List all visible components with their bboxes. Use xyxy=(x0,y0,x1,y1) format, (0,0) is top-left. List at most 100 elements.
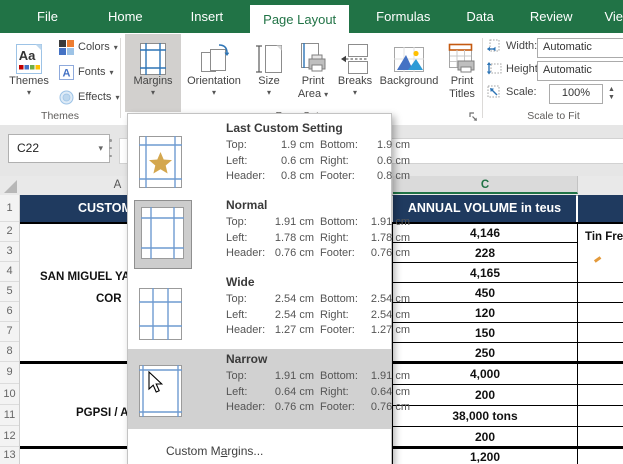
row-number[interactable]: 8 xyxy=(0,342,19,362)
effects-label: Effects xyxy=(78,91,111,103)
print-titles-label-2: Titles xyxy=(443,88,481,101)
scale-icon xyxy=(487,85,502,98)
cell-c13[interactable]: 1,200 xyxy=(393,450,577,464)
row-number[interactable]: 3 xyxy=(0,242,19,262)
effects-icon xyxy=(59,90,74,105)
menu-item-narrow[interactable]: Narrow Top:1.91 cmBottom:1.91 cm Left:0.… xyxy=(128,349,391,429)
cell-a4-line2: COR xyxy=(96,293,122,305)
cell-c7[interactable]: 150 xyxy=(393,326,577,340)
scale-height-row: Height: xyxy=(487,62,541,75)
size-button[interactable]: Size ▾ xyxy=(247,34,291,112)
column-header-d[interactable] xyxy=(578,176,623,194)
fonts-button[interactable]: A Fonts▾ xyxy=(57,61,114,83)
cell-c9[interactable]: 4,000 xyxy=(393,367,577,381)
print-titles-button[interactable]: Print Titles xyxy=(443,34,481,112)
row-number[interactable]: 1 xyxy=(0,195,19,222)
orientation-button[interactable]: Orientation ▾ xyxy=(183,34,245,112)
select-all-corner[interactable] xyxy=(4,180,17,193)
row-number[interactable]: 10 xyxy=(0,384,19,405)
row-number[interactable]: 13 xyxy=(0,447,19,464)
colors-button[interactable]: Colors▾ xyxy=(57,36,118,58)
background-button[interactable]: Background xyxy=(377,34,441,112)
width-select[interactable]: Automatic▾ xyxy=(537,38,623,58)
row-number[interactable]: 4 xyxy=(0,262,19,282)
row-number[interactable]: 5 xyxy=(0,282,19,302)
menu-item-wide[interactable]: Wide Top:2.54 cmBottom:2.54 cm Left:2.54… xyxy=(128,272,391,349)
group-separator xyxy=(482,38,483,118)
name-box[interactable]: C22▾ xyxy=(8,134,110,163)
row-number[interactable]: 12 xyxy=(0,426,19,447)
cell-c4[interactable]: 4,165 xyxy=(393,266,577,280)
spinner-up-icon[interactable]: ▲ xyxy=(605,86,618,94)
cell-c8[interactable]: 250 xyxy=(393,346,577,360)
breaks-icon xyxy=(335,34,375,75)
header-cell-d1[interactable] xyxy=(578,195,623,222)
print-area-icon xyxy=(293,34,333,75)
cell-c3[interactable]: 228 xyxy=(393,246,577,260)
themes-group-label: Themes xyxy=(0,110,120,122)
chevron-down-icon: ▾ xyxy=(98,135,103,161)
margins-label: Margins xyxy=(125,75,181,88)
background-label: Background xyxy=(377,75,441,88)
effects-button[interactable]: Effects▾ xyxy=(57,86,119,108)
dropdown-arrow: ▾ xyxy=(324,90,328,99)
menu-item-title: Wide xyxy=(226,275,255,289)
margin-values: Top:1.91 cmBottom:1.91 cm Left:0.64 cmRi… xyxy=(226,369,389,416)
menu-item-last-custom-setting[interactable]: Last Custom Setting Top:1.9 cmBottom:1.9… xyxy=(128,118,391,194)
margins-button[interactable]: Margins ▾ xyxy=(125,34,181,112)
row-number[interactable]: 2 xyxy=(0,222,19,242)
partial-glyph-fragment xyxy=(594,256,601,262)
print-titles-icon xyxy=(443,34,481,75)
cell-c12[interactable]: 200 xyxy=(393,430,577,444)
ribbon-tab-bar: File Home Insert Page Layout Formulas Da… xyxy=(0,0,623,33)
size-icon xyxy=(247,34,291,75)
scale-input[interactable]: 100% xyxy=(549,84,603,104)
margins-icon xyxy=(125,34,181,75)
margins-normal-icon xyxy=(141,207,184,259)
tab-view[interactable]: View xyxy=(591,0,623,33)
cell-d2-text: Tin Fre xyxy=(585,231,623,243)
row-number[interactable]: 7 xyxy=(0,322,19,342)
tab-page-layout[interactable]: Page Layout xyxy=(250,5,349,33)
cell-c11[interactable]: 38,000 tons xyxy=(393,409,577,423)
orientation-icon xyxy=(183,34,245,75)
menu-item-normal[interactable]: Normal Top:1.91 cmBottom:1.91 cm Left:1.… xyxy=(128,195,391,272)
tab-data[interactable]: Data xyxy=(453,0,506,33)
height-label: Height: xyxy=(506,63,541,75)
themes-button[interactable]: Aa Themes ▾ xyxy=(4,34,54,112)
cell-c10[interactable]: 200 xyxy=(393,388,577,402)
breaks-button[interactable]: Breaks ▾ xyxy=(335,34,375,112)
column-header-c[interactable]: C xyxy=(393,176,578,194)
scale-spinner[interactable]: ▲▼ xyxy=(605,84,618,104)
margin-values: Top:1.9 cmBottom:1.9 cm Left:0.6 cmRight… xyxy=(226,138,389,185)
tab-formulas[interactable]: Formulas xyxy=(363,0,443,33)
colors-label: Colors xyxy=(78,41,110,53)
tab-review[interactable]: Review xyxy=(517,0,586,33)
custom-margins-item[interactable]: Custom Margins... xyxy=(166,444,263,458)
cell-c6[interactable]: 120 xyxy=(393,306,577,320)
cell-c5[interactable]: 450 xyxy=(393,286,577,300)
row-number[interactable]: 11 xyxy=(0,405,19,426)
scale-width-row: Width: xyxy=(487,39,537,52)
row-number[interactable]: 6 xyxy=(0,302,19,322)
tab-home[interactable]: Home xyxy=(95,0,156,33)
tab-insert[interactable]: Insert xyxy=(178,0,237,33)
spinner-down-icon[interactable]: ▼ xyxy=(605,94,618,102)
height-select[interactable]: Automatic▾ xyxy=(537,61,623,81)
row-number[interactable]: 9 xyxy=(0,362,19,384)
menu-item-title: Last Custom Setting xyxy=(226,121,343,135)
cell-border xyxy=(393,262,577,263)
margins-dropdown-menu: Last Custom Setting Top:1.9 cmBottom:1.9… xyxy=(127,113,392,464)
dropdown-arrow: ▾ xyxy=(335,88,375,97)
cell-c2[interactable]: 4,146 xyxy=(393,226,577,240)
scale-row: Scale: xyxy=(487,85,537,98)
print-titles-label-1: Print xyxy=(443,75,481,88)
table-border xyxy=(577,224,579,464)
cell-c1-text: ANNUAL VOLUME in teus xyxy=(393,201,576,215)
print-area-button[interactable]: Print Area ▾ xyxy=(293,34,333,112)
tab-file[interactable]: File xyxy=(24,0,71,33)
cell-border xyxy=(393,384,623,385)
menu-item-title: Normal xyxy=(226,198,267,212)
menu-item-title: Narrow xyxy=(226,352,267,366)
width-label: Width: xyxy=(506,40,537,52)
